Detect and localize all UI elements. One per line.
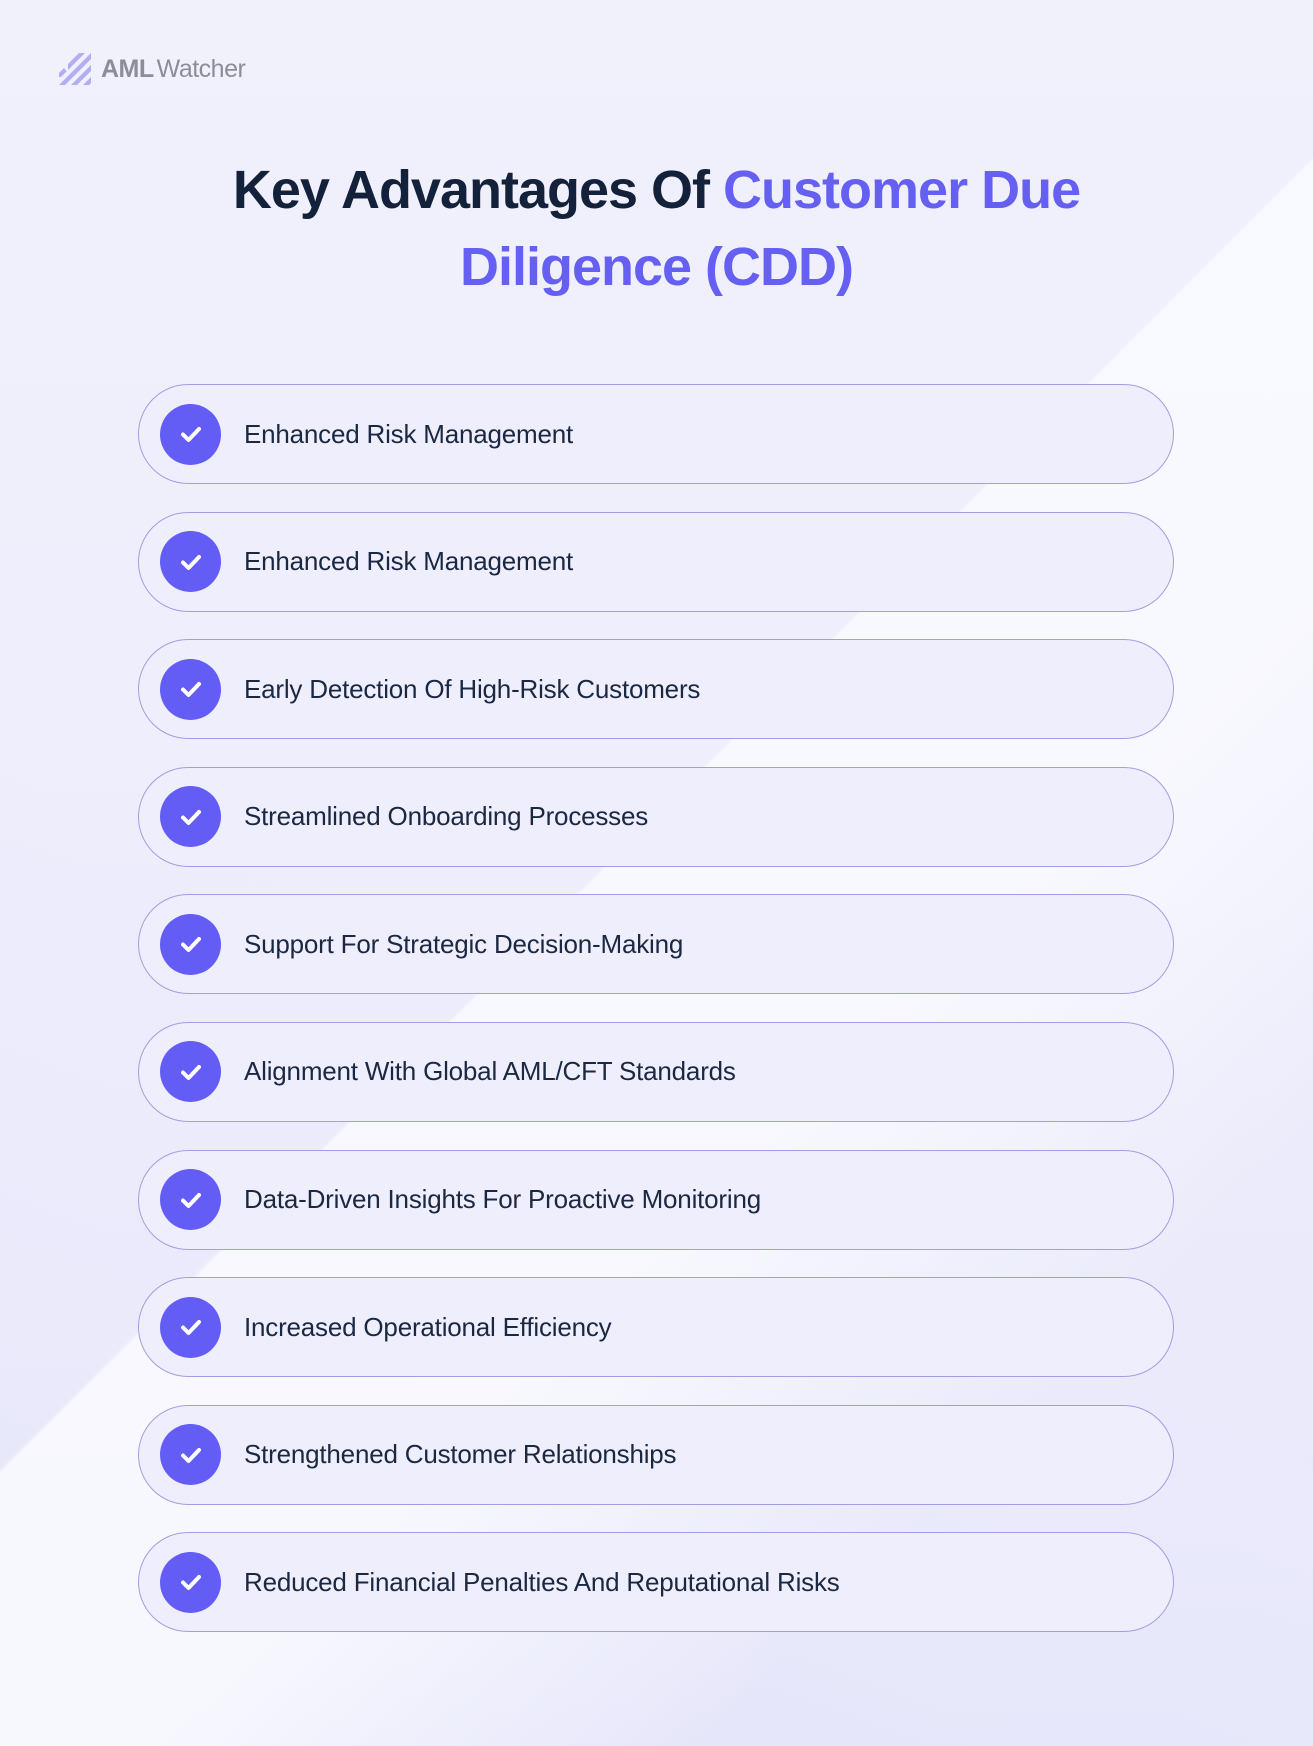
page-title: Key Advantages Of Customer Due Diligence… — [0, 152, 1313, 306]
title-accent-line2: Diligence (CDD) — [459, 237, 854, 297]
advantage-label: Early Detection Of High-Risk Customers — [244, 673, 701, 704]
advantage-item-9: Strengthened Customer Relationships — [138, 1404, 1174, 1505]
advantage-item-6: Alignment With Global AML/CFT Standards — [138, 1021, 1174, 1122]
check-circle-icon — [160, 403, 221, 465]
check-circle-icon — [160, 1296, 221, 1358]
check-circle-icon — [160, 531, 221, 593]
advantage-label: Alignment With Global AML/CFT Standards — [244, 1056, 736, 1087]
advantage-item-2: Enhanced Risk Management — [138, 511, 1174, 612]
brand-name-light: Watcher — [156, 55, 246, 83]
advantage-item-10: Reduced Financial Penalties And Reputati… — [138, 1532, 1174, 1633]
check-circle-icon — [160, 1424, 221, 1486]
advantage-item-1: Enhanced Risk Management — [138, 384, 1174, 484]
diagonal-stripes-logo-icon — [59, 53, 91, 85]
advantage-item-4: Streamlined Onboarding Processes — [138, 766, 1174, 867]
check-circle-icon — [160, 913, 221, 975]
brand-name-bold: AML — [101, 55, 154, 83]
advantage-label: Data-Driven Insights For Proactive Monit… — [244, 1184, 761, 1215]
advantage-item-3: Early Detection Of High-Risk Customers — [138, 639, 1174, 740]
check-circle-icon — [160, 1169, 221, 1231]
title-accent-line1: Customer Due — [723, 160, 1081, 220]
advantage-label: Support For Strategic Decision-Making — [244, 928, 684, 959]
advantage-item-8: Increased Operational Efficiency — [138, 1277, 1174, 1378]
advantage-label: Enhanced Risk Management — [244, 418, 574, 449]
advantages-list: Enhanced Risk Management Enhanced Risk M… — [138, 384, 1174, 1660]
advantage-item-7: Data-Driven Insights For Proactive Monit… — [138, 1149, 1174, 1250]
advantage-label: Strengthened Customer Relationships — [244, 1439, 677, 1470]
check-circle-icon — [160, 1041, 221, 1103]
check-circle-icon — [160, 786, 221, 848]
advantage-label: Increased Operational Efficiency — [244, 1311, 612, 1342]
check-circle-icon — [160, 1551, 221, 1613]
advantage-label: Reduced Financial Penalties And Reputati… — [244, 1566, 840, 1597]
brand-logo: AML Watcher — [59, 53, 246, 85]
advantage-item-5: Support For Strategic Decision-Making — [138, 894, 1174, 995]
advantage-label: Enhanced Risk Management — [244, 546, 574, 577]
brand-name: AML Watcher — [101, 53, 246, 85]
title-dark-part: Key Advantages Of — [232, 160, 724, 220]
advantage-label: Streamlined Onboarding Processes — [244, 801, 649, 832]
check-circle-icon — [160, 658, 221, 720]
